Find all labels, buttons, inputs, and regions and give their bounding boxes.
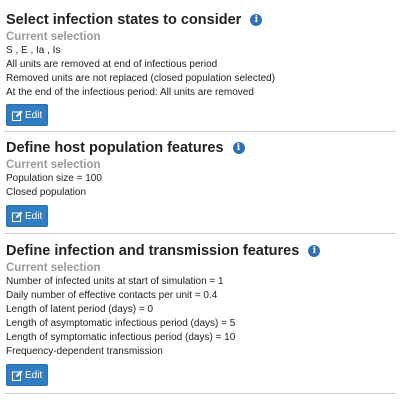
edit-button[interactable]: Edit	[6, 205, 49, 227]
edit-button-label: Edit	[25, 369, 43, 381]
selection-line: Length of latent period (days) = 0	[6, 304, 154, 315]
info-icon[interactable]: i	[250, 14, 263, 26]
selection-line: At the end of the infectious period: All…	[6, 87, 254, 98]
selection-line: Length of symptomatic infectious period …	[6, 332, 236, 343]
section-host-population: Define host population features i Curren…	[6, 139, 394, 227]
edit-button[interactable]: Edit	[6, 364, 49, 386]
selection-line: Closed population	[6, 187, 87, 198]
selection-line: Frequency-dependent transmission	[6, 346, 163, 357]
edit-icon	[12, 370, 23, 381]
selection-line: Removed units are not replaced (closed p…	[6, 73, 276, 84]
section-title: Define infection and transmission featur…	[6, 243, 300, 259]
info-icon[interactable]: i	[308, 245, 321, 257]
section-infection-states: Select infection states to consider i Cu…	[6, 11, 394, 126]
edit-icon	[12, 110, 23, 121]
edit-button[interactable]: Edit	[6, 104, 49, 126]
current-selection-label: Current selection	[6, 31, 101, 43]
section-title: Select infection states to consider	[6, 12, 242, 28]
section-header: Define infection and transmission featur…	[6, 242, 394, 260]
selection-line: Number of infected units at start of sim…	[6, 276, 224, 287]
selection-line: All units are removed at end of infectio…	[6, 59, 218, 70]
section-divider	[4, 131, 396, 132]
current-selection-label: Current selection	[6, 159, 101, 171]
info-icon[interactable]: i	[232, 142, 245, 154]
section-divider	[4, 233, 396, 234]
selection-line: Daily number of effective contacts per u…	[6, 290, 218, 301]
selection-line: Length of asymptomatic infectious period…	[6, 318, 236, 329]
edit-icon	[12, 211, 23, 222]
edit-button-label: Edit	[25, 210, 43, 222]
section-header: Define host population features i	[6, 139, 394, 157]
section-title: Define host population features	[6, 140, 224, 156]
selection-line: S , E , Ia , Is	[6, 45, 61, 56]
selection-line: Population size = 100	[6, 173, 102, 184]
section-header: Select infection states to consider i	[6, 11, 394, 29]
current-selection-label: Current selection	[6, 262, 101, 274]
section-infection-transmission: Define infection and transmission featur…	[6, 242, 394, 386]
edit-button-label: Edit	[25, 109, 43, 121]
section-divider	[4, 393, 396, 394]
